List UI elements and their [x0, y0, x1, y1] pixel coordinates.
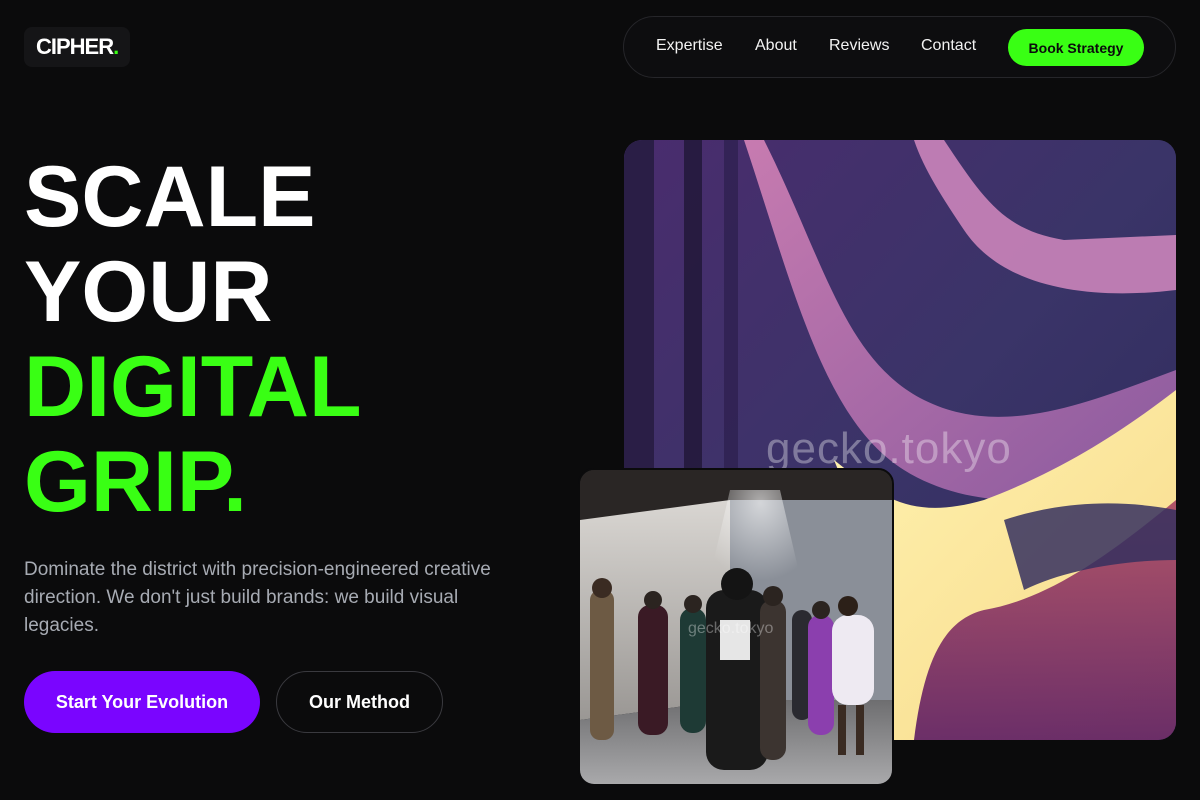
fashion-show-photo: gecko.tokyo: [578, 468, 894, 786]
nav-link-about[interactable]: About: [755, 37, 797, 55]
headline-line-3: DIGITAL: [24, 339, 362, 435]
logo-text: CIPHER: [36, 34, 114, 59]
headline-line-4: GRIP.: [24, 434, 248, 530]
headline-line-2: YOUR: [24, 244, 273, 340]
start-evolution-button[interactable]: Start Your Evolution: [24, 671, 260, 733]
nav-link-reviews[interactable]: Reviews: [829, 37, 889, 55]
book-strategy-button[interactable]: Book Strategy: [1008, 29, 1144, 66]
logo-dot: .: [113, 34, 119, 59]
nav-link-expertise[interactable]: Expertise: [656, 37, 723, 55]
nav-link-contact[interactable]: Contact: [921, 37, 976, 55]
logo[interactable]: CIPHER.: [24, 27, 131, 67]
hero-description: Dominate the district with precision-eng…: [24, 559, 491, 636]
main-nav: Expertise About Reviews Contact Book Str…: [623, 16, 1176, 78]
hero-headline: SCALE YOUR DIGITAL GRIP.: [24, 150, 362, 530]
fashion-show-graphic: [580, 470, 892, 784]
our-method-button[interactable]: Our Method: [276, 671, 443, 733]
headline-line-1: SCALE: [24, 149, 316, 245]
